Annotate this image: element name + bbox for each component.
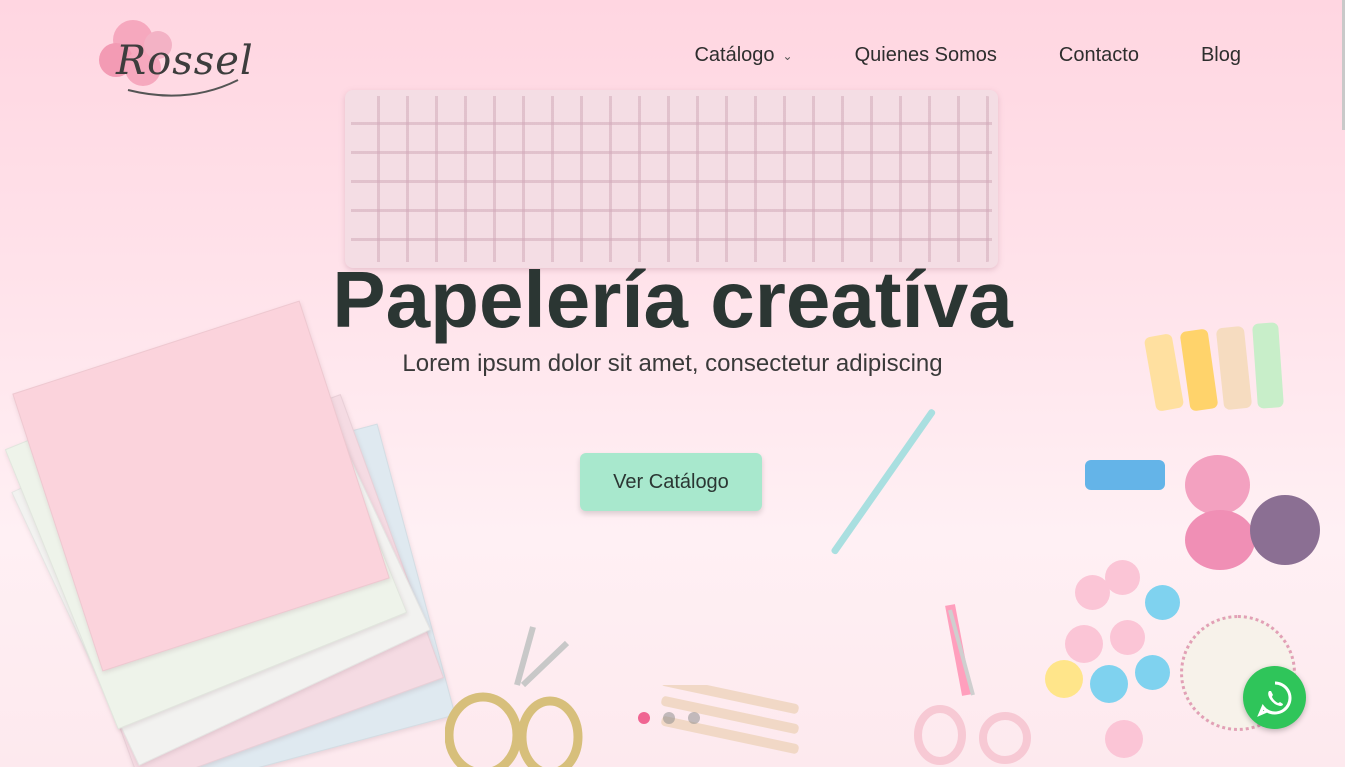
nav-item-catalogo[interactable]: Catálogo ⌄ <box>694 44 792 67</box>
hero-subtitle: Lorem ipsum dolor sit amet, consectetur … <box>402 350 943 377</box>
whatsapp-button[interactable] <box>1243 666 1306 729</box>
main-nav: Catálogo ⌄ Quienes Somos Contacto Blog <box>694 44 1241 67</box>
paper-stack-image <box>4 300 480 767</box>
nav-item-label: Quienes Somos <box>854 44 997 66</box>
whatsapp-icon <box>1256 681 1291 717</box>
keyboard-image <box>345 90 998 268</box>
hero-section: Rossel Catálogo ⌄ Quienes Somos Contacto… <box>0 0 1345 767</box>
slider-dot-2[interactable] <box>663 712 675 724</box>
slider-dots <box>638 712 700 724</box>
rossel-logo[interactable]: Rossel <box>98 10 253 102</box>
pink-scissors-image <box>914 604 1031 765</box>
nav-item-contacto[interactable]: Contacto <box>1059 44 1139 67</box>
nav-item-quienes-somos[interactable]: Quienes Somos <box>855 44 997 67</box>
nav-item-blog[interactable]: Blog <box>1201 44 1241 67</box>
nav-item-label: Blog <box>1200 44 1241 66</box>
scissors-image <box>445 626 583 767</box>
ver-catalogo-button[interactable]: Ver Catálogo <box>580 453 762 511</box>
slider-dot-3[interactable] <box>688 712 700 724</box>
hero-title: Papelería creatíva <box>332 255 1013 344</box>
pencil-image <box>830 407 937 556</box>
nav-item-label: Contacto <box>1058 44 1139 66</box>
nav-item-label: Catálogo <box>694 44 775 66</box>
slider-dot-1[interactable] <box>638 712 650 724</box>
wooden-sticks-image <box>661 685 799 754</box>
chevron-down-icon: ⌄ <box>782 48 793 63</box>
logo-text: Rossel <box>116 38 254 84</box>
